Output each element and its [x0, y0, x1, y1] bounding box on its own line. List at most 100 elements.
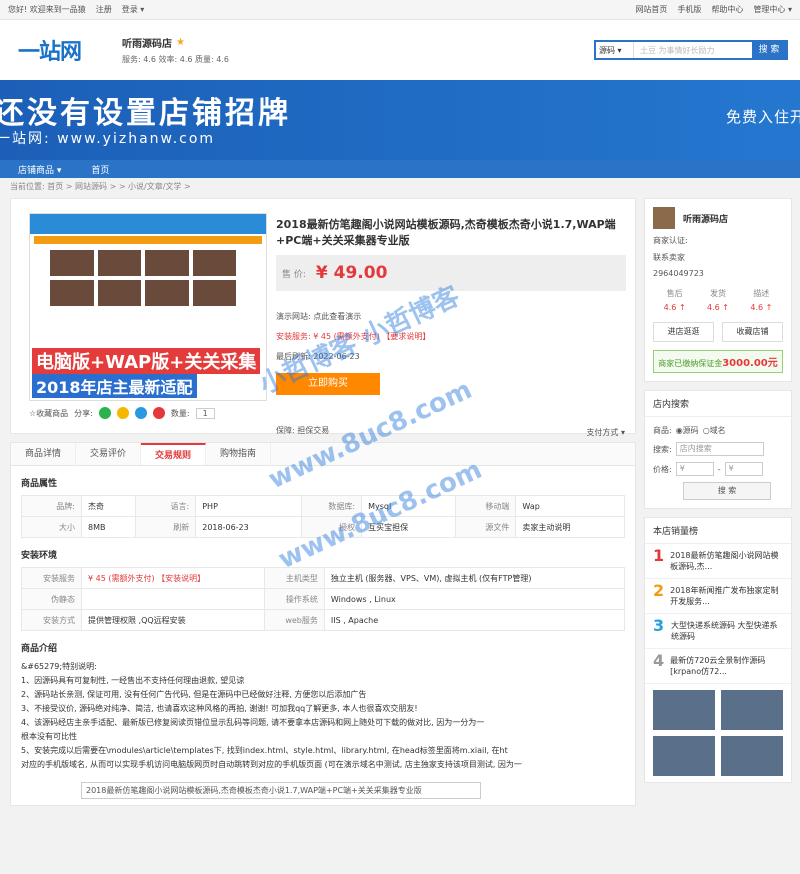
goods-label: 商品: — [653, 426, 672, 435]
search-box: 源码 ▾ 土豆 为事情好长励力 搜 索 — [594, 40, 788, 60]
search-input[interactable]: 土豆 为事情好长励力 — [634, 42, 752, 58]
rank-title[interactable]: 大型快递系统源码 大型快递系统源码 — [671, 620, 783, 642]
demo-link[interactable]: 演示网站: 点此查看演示 — [276, 311, 361, 322]
env-key: web服务 — [263, 609, 325, 631]
list-item[interactable]: 1 2018最新仿笔趣阁小说网站模板源码,杰... — [645, 544, 791, 579]
env-val: ¥ 45 (需额外支付) 【安装说明】 — [81, 567, 265, 589]
price-min-input[interactable]: ¥ — [675, 462, 714, 476]
score-label: 描述 — [753, 289, 770, 298]
qq-number[interactable]: 2964049723 — [653, 269, 783, 278]
mobile-link[interactable]: 手机版 — [677, 4, 701, 15]
attr-val: PHP — [195, 495, 303, 517]
tab-details[interactable]: 商品详情 — [11, 443, 77, 465]
thumbnail[interactable] — [653, 690, 715, 730]
help-link[interactable]: 帮助中心 — [711, 4, 743, 15]
visit-shop-button[interactable]: 进店逛逛 — [653, 322, 714, 342]
site-logo[interactable]: 一站网 — [18, 34, 98, 66]
score-value: 4.6 ↑ — [750, 303, 773, 312]
env-key: 安装服务 — [21, 567, 82, 589]
qq-icon[interactable] — [134, 407, 147, 419]
radio-domain[interactable]: ○域名 — [703, 425, 726, 436]
sidebar: 听雨源码店 商家认证: 联系卖家 2964049723 售后 4.6 ↑ 发货 4.… — [644, 198, 792, 783]
register-link[interactable]: 注册 — [96, 4, 112, 15]
env-key: 安装方式 — [21, 609, 82, 631]
image-caption-2: 2018年店主最新适配 — [32, 374, 197, 398]
intro-line: 根本没有可比性 — [21, 732, 77, 741]
verify-row: 商家认证: — [653, 236, 688, 245]
ranking-card: 本店销量榜 1 2018最新仿笔趣阁小说网站模板源码,杰... 2 2018年新闻推… — [644, 517, 792, 783]
tab-reviews[interactable]: 交易评价 — [76, 443, 142, 465]
qzone-icon[interactable] — [116, 407, 129, 419]
price-box: 售 价: ¥ 49.00 — [276, 255, 626, 291]
list-item[interactable]: 3 大型快递系统源码 大型快递系统源码 — [645, 614, 791, 649]
star-icon: ★ — [176, 37, 185, 48]
search-type-select[interactable]: 源码 ▾ — [596, 42, 634, 58]
list-item[interactable]: 2 2018年新闻推广发布独家定制开发服务... — [645, 579, 791, 614]
shop-banner: 还没有设置店铺招牌 一站网: www.yizhanw.com 免费入住开 — [0, 80, 800, 160]
site-home-link[interactable]: 网站首页 — [635, 4, 667, 15]
shop-name[interactable]: 听雨源码店 — [122, 35, 172, 50]
attr-key: 品牌: — [21, 495, 82, 517]
qty-input[interactable]: 1 — [195, 407, 215, 419]
list-item[interactable]: 4 最新仿720云全景制作源码[krpano仿72... — [645, 649, 791, 684]
attrs-table: 品牌: 杰奇 语言: PHP 数据库: Mysql 移动端 Wap 大小 8MB 刷新 20… — [21, 495, 625, 538]
login-link[interactable]: 登录 ▾ — [122, 4, 145, 15]
thumbnail[interactable] — [653, 736, 715, 776]
shop-nav: 店铺商品 ▾ 首页 — [0, 160, 800, 178]
guarantee-text: 保障: 担保交易 — [276, 426, 330, 435]
rank-title[interactable]: 2018最新仿笔趣阁小说网站模板源码,杰... — [670, 550, 783, 572]
deposit-badge: 商家已缴纳保证金3000.00元 — [653, 350, 783, 373]
intro-line: 4、该源码经店主亲手适配、最新版已修复阅读页错位显示乱码等问题, 请不要拿本店源… — [21, 718, 485, 727]
shop-search-title: 店内搜索 — [645, 391, 791, 417]
tab-guide[interactable]: 购物指南 — [206, 443, 272, 465]
intro-text: &#65279;特别说明: 1、因源码具有可复制性, 一经售出不支持任何理由退款… — [21, 660, 625, 772]
attr-val: Wap — [515, 495, 625, 517]
tab-rules[interactable]: 交易规则 — [141, 443, 207, 465]
banner-cta[interactable]: 免费入住开 — [726, 106, 800, 127]
shop-scores: 服务: 4.6 效率: 4.6 质量: 4.6 — [122, 55, 229, 64]
detail-panel: 商品属性 品牌: 杰奇 语言: PHP 数据库: Mysql 移动端 Wap 大小 8MB… — [10, 466, 636, 806]
attr-key: 数据库: — [301, 495, 363, 517]
last-updated: 最后刷新: 2022-06-23 — [276, 352, 360, 361]
intro-line: &#65279;特别说明: — [21, 662, 97, 671]
intro-line: 5、安装完成以后需要在\modules\article\templates下, … — [21, 746, 508, 755]
header: 一站网 听雨源码店 ★ 服务: 4.6 效率: 4.6 质量: 4.6 源码 ▾ … — [0, 20, 800, 80]
nav-home[interactable]: 首页 — [91, 163, 109, 176]
shop-search-button[interactable]: 搜 索 — [683, 482, 771, 500]
contact-seller[interactable]: 联系卖家 — [653, 252, 783, 263]
thumbnail[interactable] — [721, 690, 783, 730]
price-max-input[interactable]: ¥ — [724, 462, 763, 476]
radio-source[interactable]: ◉源码 — [676, 425, 699, 436]
env-val: 提供管理权限 ,QQ远程安装 — [81, 609, 265, 631]
shop-avatar[interactable] — [653, 207, 675, 229]
admin-link[interactable]: 管理中心 ▾ — [753, 4, 792, 15]
welcome-text: 您好! 欢迎来到一品猿 — [8, 5, 86, 14]
shop-search-input[interactable]: 店内搜索 — [675, 442, 764, 456]
weibo-icon[interactable] — [152, 407, 165, 419]
attr-key: 授权 — [301, 516, 363, 538]
thumbnail[interactable] — [721, 736, 783, 776]
rank-title[interactable]: 最新仿720云全景制作源码[krpano仿72... — [670, 655, 783, 677]
payment-method[interactable]: 支付方式 ▾ — [586, 427, 625, 438]
shop-card: 听雨源码店 商家认证: 联系卖家 2964049723 售后 4.6 ↑ 发货 4.… — [644, 198, 792, 382]
nav-shop-goods[interactable]: 店铺商品 ▾ — [18, 163, 61, 176]
intro-title: 商品介绍 — [21, 644, 58, 654]
rank-title[interactable]: 2018年新闻推广发布独家定制开发服务... — [670, 585, 783, 607]
attrs-title: 商品属性 — [21, 479, 58, 489]
buy-now-button[interactable]: 立即购买 — [276, 373, 380, 395]
wechat-icon[interactable] — [98, 407, 111, 419]
intro-line: 对应的手机版域名, 从而可以实现手机访问电脑版网页时自动跳转到对应的手机版页面 … — [21, 760, 522, 769]
search-button[interactable]: 搜 索 — [752, 42, 786, 58]
score-value: 4.6 ↑ — [707, 303, 729, 312]
install-service: 安装服务: ¥ 45 (需额外支付) 【要求说明】 — [276, 332, 431, 341]
env-val: 独立主机 (服务器、VPS、VM), 虚拟主机 (仅有FTP管理) — [323, 567, 626, 589]
attr-key: 移动端 — [455, 495, 517, 517]
product-image[interactable]: 电脑版+WAP版+关关采集 2018年店主最新适配 — [29, 213, 267, 401]
side-shop-name[interactable]: 听雨源码店 — [683, 212, 728, 225]
favorite-link[interactable]: ☆收藏商品 — [29, 408, 68, 419]
image-caption-1: 电脑版+WAP版+关关采集 — [32, 348, 261, 374]
favorite-shop-button[interactable]: 收藏店铺 — [722, 322, 783, 342]
keyword-label: 搜索: — [653, 444, 672, 454]
attr-val: 卖家主动说明 — [515, 516, 625, 538]
banner-url: 一站网: www.yizhanw.com — [0, 131, 216, 147]
